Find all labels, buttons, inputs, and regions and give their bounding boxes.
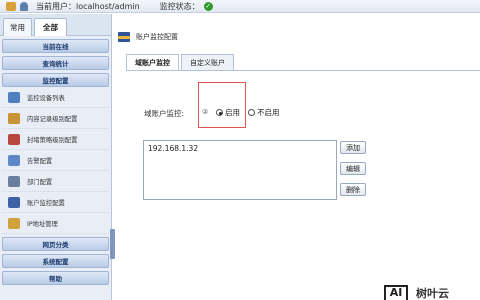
sidebar-item-label: 部门配置 <box>27 178 53 186</box>
sidebar-tab-common[interactable]: 常用 <box>3 18 32 36</box>
radio-dot-selected[interactable] <box>216 109 223 116</box>
sidebar-item-department[interactable]: 部门配置 <box>2 171 109 192</box>
main-panel: 账户监控配置 域账户监控 自定义账户 域账户监控: ② 启用 不启用 192.1… <box>118 14 480 300</box>
tab-custom-account[interactable]: 自定义账户 <box>181 54 234 71</box>
monitor-status-label: 监控状态： <box>159 1 200 11</box>
block-policy-icon <box>8 133 20 145</box>
watermark-logo: AI 树叶云 <box>378 282 480 300</box>
sidebar-section-query[interactable]: 查询统计 <box>2 56 109 70</box>
sidebar-item-ip-manage[interactable]: IP地址管理 <box>2 213 109 234</box>
sidebar-item-device-list[interactable]: 监控设备列表 <box>2 87 109 108</box>
account-monitor-icon <box>8 196 20 208</box>
sidebar-item-account-monitor[interactable]: 账户监控配置 <box>2 192 109 213</box>
home-icon <box>6 1 16 11</box>
sidebar-item-alarm[interactable]: 告警配置 <box>2 150 109 171</box>
current-user-label: 当前用户：localhost/admin <box>36 1 140 11</box>
department-icon <box>8 175 20 187</box>
sidebar-collapse-handle[interactable] <box>110 229 115 259</box>
radio-disable[interactable]: 不启用 <box>248 107 280 118</box>
tabs-divider <box>126 70 480 71</box>
config-tabs: 域账户监控 自定义账户 <box>126 54 234 71</box>
sidebar-item-label: 封堵策略级别配置 <box>27 136 78 144</box>
sidebar-item-block-policy[interactable]: 封堵策略级别配置 <box>2 129 109 150</box>
sidebar-item-label: IP地址管理 <box>27 220 58 228</box>
edit-button[interactable]: 编辑 <box>340 162 366 175</box>
radio-disable-label: 不启用 <box>257 108 280 117</box>
ip-list-box[interactable]: 192.168.1.32 <box>143 140 337 200</box>
alarm-icon <box>8 154 20 166</box>
sidebar-section-online[interactable]: 当前在线 <box>2 39 109 53</box>
watermark-text: 树叶云 <box>416 287 449 300</box>
sidebar-section-monitor-config[interactable]: 监控配置 <box>2 73 109 87</box>
help-icon[interactable]: ② <box>202 108 208 116</box>
radio-enable-label: 启用 <box>225 108 240 117</box>
page-title-text: 账户监控配置 <box>136 33 178 41</box>
check-circle-icon: ✓ <box>203 1 213 11</box>
sidebar: 常用 全部 当前在线 查询统计 监控配置 监控设备列表 内容记录级别配置 封堵策… <box>0 14 115 300</box>
sidebar-item-label: 告警配置 <box>27 157 53 165</box>
radio-enable[interactable]: 启用 <box>216 107 240 118</box>
user-icon <box>20 1 28 11</box>
domain-monitor-label: 域账户监控: <box>144 109 185 118</box>
device-list-icon <box>8 91 20 103</box>
list-item[interactable]: 192.168.1.32 <box>148 144 332 153</box>
radio-dot[interactable] <box>248 109 255 116</box>
highlight-box <box>198 82 246 128</box>
add-button[interactable]: 添加 <box>340 141 366 154</box>
sidebar-item-label: 监控设备列表 <box>27 94 65 102</box>
delete-button[interactable]: 删除 <box>340 183 366 196</box>
page-title: 账户监控配置 <box>118 30 178 44</box>
sidebar-section-system-config[interactable]: 系统配置 <box>2 254 109 268</box>
ip-manage-icon <box>8 217 20 229</box>
top-bar: 当前用户：localhost/admin 监控状态： ✓ <box>0 0 480 13</box>
sidebar-tabs: 常用 全部 <box>0 14 111 36</box>
watermark-box: AI <box>384 285 408 300</box>
content-record-icon <box>8 112 20 124</box>
sidebar-item-label: 账户监控配置 <box>27 199 65 207</box>
sidebar-item-label: 内容记录级别配置 <box>27 115 78 123</box>
sidebar-tab-all[interactable]: 全部 <box>34 18 67 36</box>
tab-domain-account[interactable]: 域账户监控 <box>126 54 179 71</box>
sidebar-section-web-category[interactable]: 网页分类 <box>2 237 109 251</box>
sidebar-section-help[interactable]: 帮助 <box>2 271 109 285</box>
account-monitor-icon <box>118 32 130 42</box>
sidebar-item-content-record[interactable]: 内容记录级别配置 <box>2 108 109 129</box>
